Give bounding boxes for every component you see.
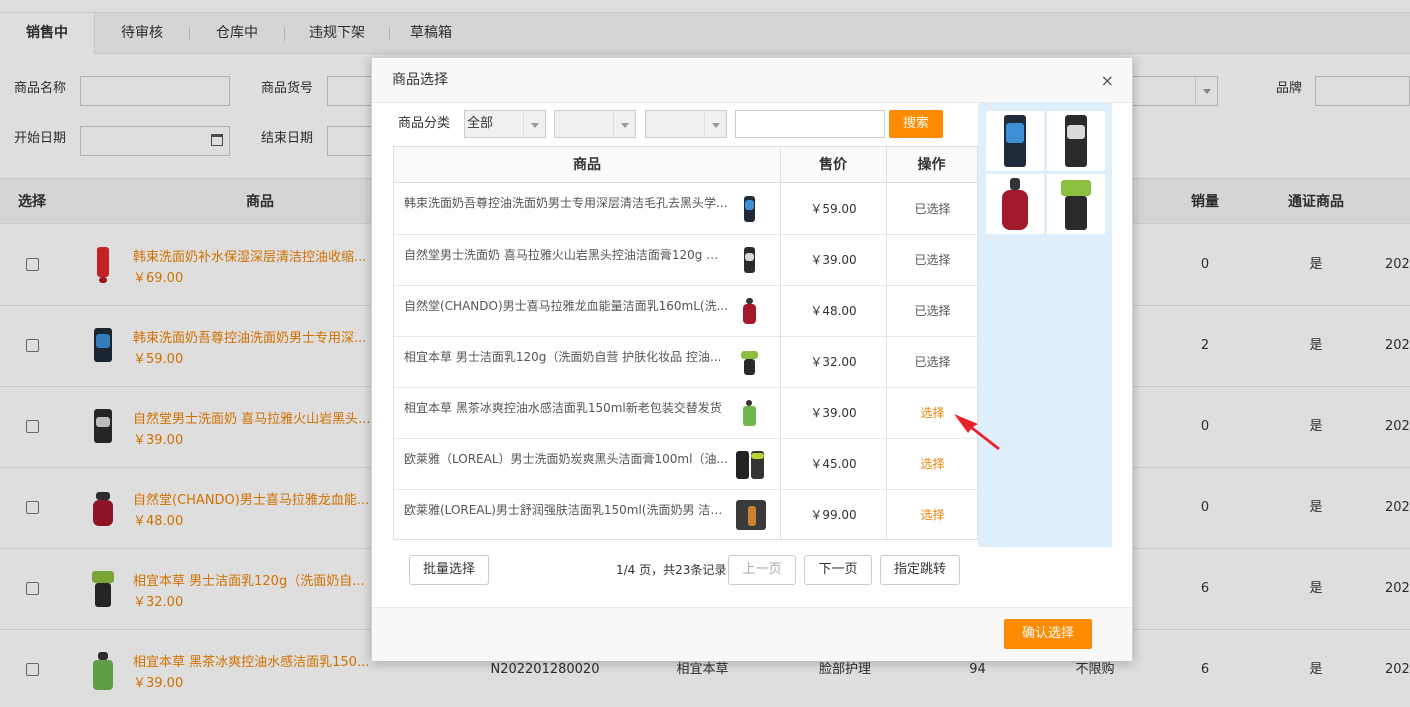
- selected-product-thumb[interactable]: [1047, 174, 1105, 234]
- product-price: ￥39.00: [810, 406, 857, 420]
- selected-status: 已选择: [914, 355, 951, 369]
- selected-status: 已选择: [914, 253, 951, 267]
- search-button[interactable]: 搜索: [889, 110, 943, 138]
- product-thumbnail: [736, 347, 762, 377]
- product-thumbnail: [736, 296, 762, 326]
- modal-footer: 确认选择: [372, 607, 1132, 661]
- product-name: 韩束洗面奶吾尊控油洗面奶男士专用深层清洁毛孔去黑头学...: [404, 196, 728, 210]
- table-row: 相宜本草 黑茶冰爽控油水感洁面乳150ml新老包装交替发货 ￥39.00 选择: [394, 388, 977, 439]
- close-icon[interactable]: ×: [1101, 58, 1114, 103]
- selected-products-panel: [978, 103, 1112, 547]
- category-level1-select[interactable]: 全部: [464, 110, 546, 138]
- chevron-down-icon: [523, 111, 545, 137]
- product-price: ￥39.00: [810, 253, 857, 267]
- product-name: 自然堂(CHANDO)男士喜马拉雅龙血能量洁面乳160mL(洗...: [404, 299, 729, 313]
- modal-title: 商品选择: [392, 72, 448, 88]
- category-level3-select[interactable]: [645, 110, 727, 138]
- product-thumbnail: [736, 500, 766, 530]
- category-level2-select[interactable]: [554, 110, 636, 138]
- col-action: 操作: [886, 147, 977, 183]
- product-name: 相宜本草 黑茶冰爽控油水感洁面乳150ml新老包装交替发货: [404, 401, 722, 415]
- table-row: 自然堂(CHANDO)男士喜马拉雅龙血能量洁面乳160mL(洗... ￥48.0…: [394, 286, 977, 337]
- product-thumbnail: [736, 194, 762, 224]
- chevron-down-icon: [704, 111, 726, 137]
- next-page-button[interactable]: 下一页: [804, 555, 872, 585]
- product-thumbnail: [736, 245, 762, 275]
- category-selected-value: 全部: [467, 116, 494, 131]
- product-thumbnail: [736, 398, 762, 428]
- selected-product-thumb[interactable]: [1047, 111, 1105, 171]
- selected-product-thumb[interactable]: [986, 174, 1044, 234]
- product-name: 欧莱雅(LOREAL)男士舒润强肤洁面乳150ml(洗面奶男 洁面...: [404, 503, 729, 517]
- modal-product-table: 商品 售价 操作 韩束洗面奶吾尊控油洗面奶男士专用深层清洁毛孔去黑头学... ￥…: [393, 146, 978, 540]
- col-price: 售价: [780, 147, 886, 183]
- selected-status: 已选择: [914, 304, 951, 318]
- product-thumbnail: [736, 449, 766, 479]
- table-row: 韩束洗面奶吾尊控油洗面奶男士专用深层清洁毛孔去黑头学... ￥59.00 已选择: [394, 184, 977, 235]
- product-price: ￥99.00: [810, 508, 857, 522]
- table-row: 自然堂男士洗面奶 喜马拉雅火山岩黑头控油洁面膏120g 洗... ￥39.00 …: [394, 235, 977, 286]
- confirm-select-button[interactable]: 确认选择: [1004, 619, 1092, 649]
- pager-info: 1/4 页，共23条记录: [616, 563, 727, 577]
- table-row: 欧莱雅（LOREAL）男士洗面奶炭爽黑头洁面膏100ml（油... ￥45.00…: [394, 439, 977, 490]
- pointer-arrow-icon: [954, 414, 1000, 450]
- modal-header: 商品选择 ×: [372, 58, 1132, 103]
- keyword-input[interactable]: [735, 110, 885, 138]
- table-row: 相宜本草 男士洁面乳120g（洗面奶自营 护肤化妆品 控油... ￥32.00 …: [394, 337, 977, 388]
- product-price: ￥59.00: [810, 202, 857, 216]
- prev-page-button[interactable]: 上一页: [728, 555, 796, 585]
- selected-status: 已选择: [914, 202, 951, 216]
- chevron-down-icon: [613, 111, 635, 137]
- product-name: 欧莱雅（LOREAL）男士洗面奶炭爽黑头洁面膏100ml（油...: [404, 452, 728, 466]
- jump-page-button[interactable]: 指定跳转: [880, 555, 960, 585]
- product-price: ￥45.00: [810, 457, 857, 471]
- product-name: 相宜本草 男士洁面乳120g（洗面奶自营 护肤化妆品 控油...: [404, 350, 722, 364]
- product-price: ￥48.00: [810, 304, 857, 318]
- product-name: 自然堂男士洗面奶 喜马拉雅火山岩黑头控油洁面膏120g 洗...: [404, 248, 729, 262]
- batch-select-button[interactable]: 批量选择: [409, 555, 489, 585]
- product-select-modal: 商品选择 × 商品分类 全部 搜索 商品 售价 操作 韩束洗面奶吾尊控油洗面奶男…: [371, 57, 1133, 661]
- product-price: ￥32.00: [810, 355, 857, 369]
- selected-product-thumb[interactable]: [986, 111, 1044, 171]
- category-label: 商品分类: [398, 116, 451, 131]
- col-product: 商品: [394, 147, 780, 183]
- table-row: 欧莱雅(LOREAL)男士舒润强肤洁面乳150ml(洗面奶男 洁面... ￥99…: [394, 490, 977, 541]
- select-link[interactable]: 选择: [887, 490, 978, 540]
